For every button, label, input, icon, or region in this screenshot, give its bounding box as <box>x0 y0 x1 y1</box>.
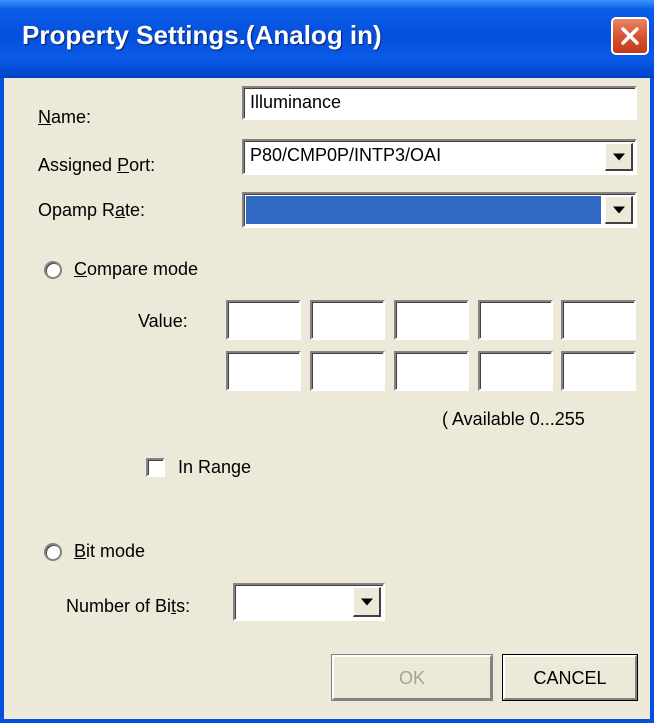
opamp-rate-dropdown-button[interactable] <box>605 196 633 224</box>
value-input[interactable] <box>310 300 385 340</box>
compare-mode-radio[interactable] <box>44 261 62 279</box>
window-frame-left <box>0 78 4 723</box>
opamp-rate-select[interactable] <box>242 192 637 228</box>
close-button[interactable] <box>611 17 649 55</box>
value-input[interactable] <box>226 351 301 391</box>
bit-mode-radio[interactable] <box>44 543 62 561</box>
value-input[interactable] <box>394 351 469 391</box>
opamp-rate-label: Opamp Rate: <box>38 200 146 220</box>
value-input[interactable] <box>310 351 385 391</box>
number-of-bits-dropdown-button[interactable] <box>353 587 381 617</box>
value-label: Value: <box>138 311 188 331</box>
close-icon <box>621 27 639 45</box>
assigned-port-value: P80/CMP0P/INTP3/OAI <box>250 145 442 165</box>
bit-mode-label[interactable]: Bit mode <box>74 541 145 562</box>
dropdown-arrow-icon <box>612 206 625 213</box>
ok-button[interactable]: OK <box>331 654 493 701</box>
opamp-rate-selection-highlight <box>246 196 601 224</box>
value-input[interactable] <box>478 300 553 340</box>
value-input[interactable] <box>478 351 553 391</box>
name-input-value: Illuminance <box>250 92 342 112</box>
window-title: Property Settings.(Analog in) <box>22 20 382 50</box>
number-of-bits-label: Number of Bits: <box>66 596 191 616</box>
window-frame-bottom <box>0 719 654 723</box>
name-input[interactable]: Illuminance <box>242 86 637 120</box>
value-input[interactable] <box>561 351 636 391</box>
dropdown-arrow-icon <box>360 598 373 605</box>
assigned-port-label: Assigned Port: <box>38 155 156 175</box>
name-label: Name: <box>38 107 92 127</box>
in-range-label[interactable]: In Range <box>178 457 251 478</box>
dropdown-arrow-icon <box>612 153 625 160</box>
assigned-port-select[interactable]: P80/CMP0P/INTP3/OAI <box>242 139 637 175</box>
title-bar[interactable]: Property Settings.(Analog in) <box>0 0 654 78</box>
number-of-bits-select[interactable] <box>233 583 385 621</box>
value-input[interactable] <box>226 300 301 340</box>
dialog-window: Property Settings.(Analog in) Name: Illu… <box>0 0 654 723</box>
in-range-checkbox[interactable] <box>146 458 165 477</box>
available-range-text: ( Available 0...255 <box>442 409 585 429</box>
value-input[interactable] <box>561 300 636 340</box>
compare-mode-label[interactable]: Compare mode <box>74 259 198 280</box>
assigned-port-dropdown-button[interactable] <box>605 143 633 171</box>
value-input[interactable] <box>394 300 469 340</box>
window-frame-right <box>650 78 654 723</box>
cancel-button[interactable]: CANCEL <box>502 654 638 701</box>
